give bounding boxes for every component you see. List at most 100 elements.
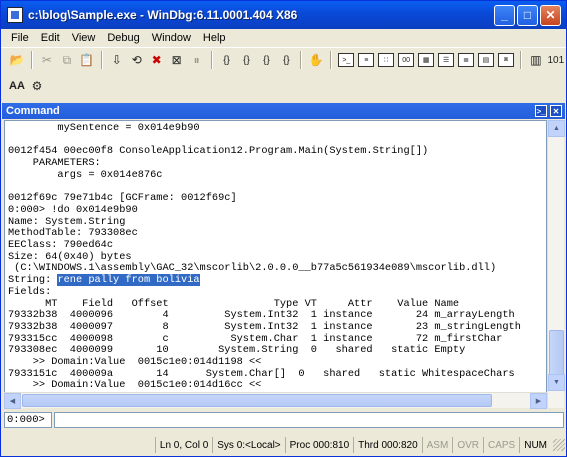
memory-window-button[interactable]: ▦	[416, 50, 436, 70]
menu-bar: File Edit View Debug Window Help	[1, 29, 566, 47]
menu-debug[interactable]: Debug	[101, 32, 145, 44]
font-icon: AA	[9, 80, 25, 92]
scroll-up-arrow[interactable]: ▲	[548, 120, 565, 137]
vertical-scroll-thumb[interactable]	[549, 330, 564, 378]
watch-window-button[interactable]: ≡	[356, 50, 376, 70]
menu-view[interactable]: View	[66, 32, 102, 44]
app-icon[interactable]	[7, 7, 23, 23]
output-line: >> Domain:Value 0015c1e0:014d1198 <<	[8, 356, 262, 369]
open-icon: 📂	[9, 53, 25, 67]
hex-icon: 101	[547, 54, 565, 66]
vertical-scrollbar[interactable]: ▲ ▼	[547, 120, 565, 408]
output-line: 0:000> !do 0x014e9b90	[8, 203, 138, 216]
command-window-icon: >_	[338, 53, 355, 67]
go-icon: ⇩	[111, 53, 122, 67]
restart-button[interactable]: ⟲	[127, 50, 147, 70]
processes-threads-button[interactable]: ⧈	[496, 50, 516, 70]
detach-icon: ⊠	[171, 53, 182, 67]
status-bar: Ln 0, Col 0 Sys 0:<Local> Proc 000:810 T…	[2, 435, 565, 455]
pane-close-icon[interactable]: ✕	[550, 105, 562, 117]
step-into-button[interactable]: {}	[217, 50, 237, 70]
stop-debugging-button[interactable]: ✖	[147, 50, 167, 70]
minimize-icon: _	[501, 8, 508, 22]
call-stack-window-icon: ☰	[438, 53, 455, 67]
window-controls: _ □ ✕	[494, 4, 561, 26]
options-icon: ⚙	[31, 79, 43, 93]
output-line: MethodTable: 793308ec	[8, 227, 138, 240]
status-num: NUM	[519, 437, 551, 453]
output-line: String: rene pally from bolivia	[8, 274, 200, 287]
locals-window-button[interactable]: ∷	[376, 50, 396, 70]
processes-icon: ⧈	[497, 53, 514, 67]
main-toolbar: 📂 ✂ ⧉ 📋 ⇩ ⟲ ✖ ⊠ ⏸ {} {} {} {} ✋ >_ ≡ ∷ 0…	[1, 47, 566, 72]
paste-button[interactable]: 📋	[77, 50, 97, 70]
title-bar[interactable]: c:\blog\Sample.exe - WinDbg:6.11.0001.40…	[1, 1, 566, 29]
detach-button[interactable]: ⊠	[167, 50, 187, 70]
scroll-left-arrow[interactable]: ◀	[4, 393, 21, 409]
maximize-button[interactable]: □	[517, 4, 538, 26]
output-line: PARAMETERS:	[8, 157, 101, 170]
toolbar-separator	[210, 51, 213, 69]
step-over-button[interactable]: {}	[237, 50, 257, 70]
horizontal-scroll-thumb[interactable]	[22, 394, 492, 407]
output-line: Name: System.String	[8, 215, 126, 228]
maximize-icon: □	[523, 8, 532, 22]
menu-edit[interactable]: Edit	[35, 32, 66, 44]
run-to-cursor-icon: {}	[283, 54, 290, 66]
hex-button[interactable]: 101	[546, 50, 566, 70]
selected-string-value[interactable]: rene pally from bolivia	[57, 274, 200, 287]
close-icon: ✕	[545, 8, 556, 22]
cut-button[interactable]: ✂	[37, 50, 57, 70]
break-button[interactable]: ⏸	[187, 50, 207, 70]
break-icon: ⏸	[193, 52, 200, 67]
command-pane-title[interactable]: Command >_ ✕	[2, 103, 565, 119]
go-button[interactable]: ⇩	[107, 50, 127, 70]
toolbar-separator	[30, 51, 33, 69]
breakpoint-button[interactable]: ✋	[306, 50, 326, 70]
command-input[interactable]	[54, 412, 564, 428]
step-out-icon: {}	[263, 54, 270, 66]
source-mode-button[interactable]: ▥	[526, 50, 546, 70]
toolbar-separator	[300, 51, 303, 69]
watch-window-icon: ≡	[358, 53, 375, 67]
registers-window-button[interactable]: 00	[396, 50, 416, 70]
output-line: 7933151c 400009a 14 System.Char[] 0 shar…	[8, 367, 515, 380]
close-button[interactable]: ✕	[540, 4, 561, 26]
command-prompt: 0:000>	[4, 412, 52, 428]
output-line: EEClass: 790ed64c	[8, 239, 114, 252]
copy-button[interactable]: ⧉	[57, 50, 77, 70]
toolbar-separator	[330, 51, 333, 69]
options-button[interactable]: ⚙	[27, 76, 47, 96]
font-button[interactable]: AA	[7, 76, 27, 96]
call-stack-window-button[interactable]: ☰	[436, 50, 456, 70]
step-out-button[interactable]: {}	[256, 50, 276, 70]
status-caps: CAPS	[482, 437, 519, 453]
status-proc: Proc 000:810	[284, 437, 354, 453]
scroll-right-arrow[interactable]: ▶	[530, 393, 547, 409]
command-window-button[interactable]: >_	[336, 50, 356, 70]
scratch-pad-button[interactable]: ▤	[476, 50, 496, 70]
copy-icon: ⧉	[62, 52, 72, 67]
resize-grip[interactable]	[553, 439, 565, 451]
minimize-button[interactable]: _	[494, 4, 515, 26]
hand-icon: ✋	[308, 53, 324, 67]
output-line: 0012f69c 79e71b4c [GCFrame: 0012f69c]	[8, 192, 237, 205]
disassembly-window-button[interactable]: ≣	[456, 50, 476, 70]
output-line: 793315cc 4000098 c System.Char 1 instanc…	[8, 332, 503, 345]
menu-help[interactable]: Help	[197, 32, 232, 44]
open-button[interactable]: 📂	[7, 50, 27, 70]
toolbar-separator	[100, 51, 103, 69]
command-output[interactable]: mySentence = 0x014e9b90 0012f454 00ec00f…	[4, 120, 547, 408]
output-line: 79332b38 4000097 8 System.Int32 1 instan…	[8, 320, 521, 333]
pane-prompt-icon[interactable]: >_	[535, 105, 547, 117]
horizontal-scrollbar[interactable]: ◀ ▶	[4, 392, 547, 409]
output-line: args = 0x014e876c	[8, 168, 163, 181]
menu-file[interactable]: File	[5, 32, 35, 44]
scroll-down-arrow[interactable]: ▼	[548, 374, 565, 391]
status-sys: Sys 0:<Local>	[212, 437, 284, 453]
run-to-cursor-button[interactable]: {}	[276, 50, 296, 70]
window-title: c:\blog\Sample.exe - WinDbg:6.11.0001.40…	[28, 8, 298, 22]
registers-window-icon: 00	[398, 53, 415, 67]
output-line: Size: 64(0x40) bytes	[8, 250, 132, 263]
menu-window[interactable]: Window	[146, 32, 197, 44]
